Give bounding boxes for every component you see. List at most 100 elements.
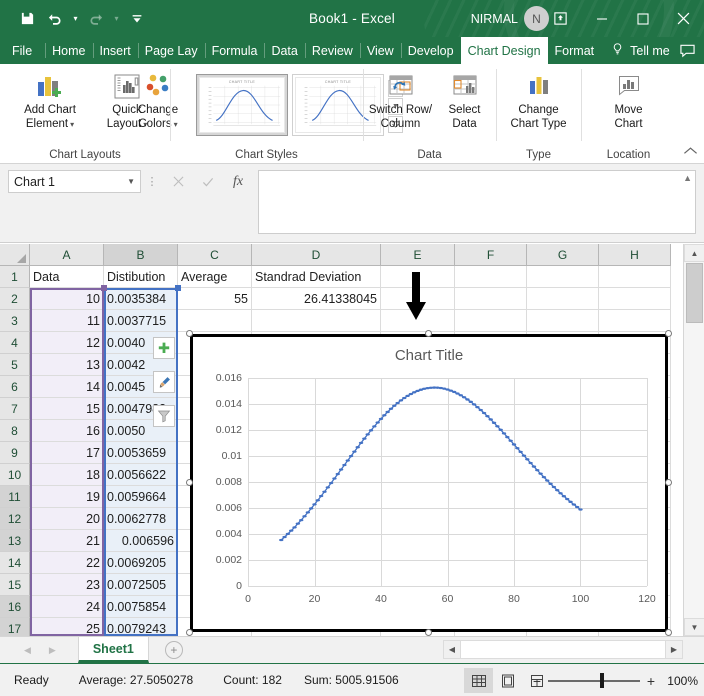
resize-handle-se[interactable] (665, 629, 672, 636)
tab-insert[interactable]: Insert (93, 37, 138, 64)
cell-D2[interactable]: 26.41338045 (252, 288, 381, 310)
cell-G3[interactable] (527, 310, 599, 332)
redo-dropdown-icon[interactable]: ▾ (111, 6, 122, 32)
change-colors-button[interactable]: Change Colors▾ (126, 68, 190, 131)
cell-C2[interactable]: 55 (178, 288, 252, 310)
add-sheet-button[interactable]: + (165, 641, 183, 659)
cell-B2[interactable]: 0.0035384 (104, 288, 178, 310)
cell-B17[interactable]: 0.0079243 (104, 618, 178, 636)
maximize-button[interactable] (622, 0, 663, 37)
row-header-16[interactable]: 16 (0, 596, 30, 618)
status-sum[interactable]: Sum: 5005.91506 (304, 673, 399, 687)
cell-A9[interactable]: 17 (30, 442, 104, 464)
column-header-F[interactable]: F (455, 244, 527, 266)
cell-A8[interactable]: 16 (30, 420, 104, 442)
zoom-in-button[interactable]: + (646, 673, 656, 689)
resize-handle-ne[interactable] (665, 330, 672, 337)
cell-A7[interactable]: 15 (30, 398, 104, 420)
resize-handle-nw[interactable] (186, 330, 193, 337)
ribbon-display-options-button[interactable] (540, 0, 581, 37)
triangle-left-icon[interactable]: ◀ (24, 645, 31, 656)
cell-B1[interactable]: Distibution (104, 266, 178, 288)
minimize-button[interactable] (581, 0, 622, 37)
cell-A2[interactable]: 10 (30, 288, 104, 310)
tab-data[interactable]: Data (264, 37, 304, 64)
zoom-slider[interactable] (548, 674, 640, 688)
cell-D3[interactable] (252, 310, 381, 332)
cell-F1[interactable] (455, 266, 527, 288)
scroll-right-button[interactable]: ▶ (665, 640, 683, 659)
chart-style-thumbnail-1[interactable]: CHART TITLE (196, 74, 288, 136)
row-header-5[interactable]: 5 (0, 354, 30, 376)
check-icon[interactable] (193, 170, 223, 193)
chart-filters-button[interactable] (153, 405, 175, 427)
resize-handle-w[interactable] (186, 479, 193, 486)
column-header-A[interactable]: A (30, 244, 104, 266)
column-header-G[interactable]: G (527, 244, 599, 266)
select-data-button[interactable]: Select Data (436, 68, 494, 131)
vertical-scroll-thumb[interactable] (686, 263, 703, 323)
normal-view-button[interactable] (464, 668, 493, 693)
cell-A6[interactable]: 14 (30, 376, 104, 398)
resize-handle-e[interactable] (665, 479, 672, 486)
scroll-left-button[interactable]: ◀ (443, 640, 461, 659)
row-header-4[interactable]: 4 (0, 332, 30, 354)
tab-format[interactable]: Format (548, 37, 602, 64)
data-series-distribution[interactable] (248, 378, 647, 586)
cell-G1[interactable] (527, 266, 599, 288)
formula-input[interactable]: ▲ (258, 170, 696, 234)
cell-H2[interactable] (599, 288, 671, 310)
comments-button[interactable] (679, 37, 696, 64)
tab-view[interactable]: View (360, 37, 401, 64)
tab-page-layout[interactable]: Page Lay (138, 37, 205, 64)
collapse-ribbon-button[interactable] (683, 146, 698, 159)
row-header-14[interactable]: 14 (0, 552, 30, 574)
cell-A3[interactable]: 11 (30, 310, 104, 332)
cell-A4[interactable]: 12 (30, 332, 104, 354)
row-header-8[interactable]: 8 (0, 420, 30, 442)
status-average[interactable]: Average: 27.5050278 (79, 673, 194, 687)
resize-handle-s[interactable] (425, 629, 432, 636)
cell-B12[interactable]: 0.0062778 (104, 508, 178, 530)
resize-handle-sw[interactable] (186, 629, 193, 636)
cell-A5[interactable]: 13 (30, 354, 104, 376)
row-header-9[interactable]: 9 (0, 442, 30, 464)
undo-dropdown-icon[interactable]: ▾ (70, 6, 81, 32)
tell-me-box[interactable]: Tell me (601, 37, 677, 64)
column-header-E[interactable]: E (381, 244, 455, 266)
status-count[interactable]: Count: 182 (223, 673, 282, 687)
page-layout-view-button[interactable] (493, 668, 522, 693)
cell-B10[interactable]: 0.0056622 (104, 464, 178, 486)
cell-A13[interactable]: 21 (30, 530, 104, 552)
zoom-out-button[interactable]: − (532, 673, 542, 689)
cell-C3[interactable] (178, 310, 252, 332)
cell-D1[interactable]: Standrad Deviation (252, 266, 381, 288)
row-header-13[interactable]: 13 (0, 530, 30, 552)
chart-elements-button[interactable] (153, 337, 175, 359)
cell-F2[interactable] (455, 288, 527, 310)
row-header-3[interactable]: 3 (0, 310, 30, 332)
row-header-15[interactable]: 15 (0, 574, 30, 596)
column-header-C[interactable]: C (178, 244, 252, 266)
name-box[interactable]: Chart 1 ▼ (8, 170, 141, 193)
column-header-D[interactable]: D (252, 244, 381, 266)
cell-H1[interactable] (599, 266, 671, 288)
horizontal-scroll-track[interactable] (461, 640, 665, 659)
tab-home[interactable]: Home (45, 37, 92, 64)
cell-C1[interactable]: Average (178, 266, 252, 288)
scroll-up-button[interactable]: ▲ (684, 244, 704, 262)
cell-H3[interactable] (599, 310, 671, 332)
zoom-slider-thumb[interactable] (600, 673, 604, 688)
cell-G2[interactable] (527, 288, 599, 310)
resize-handle-n[interactable] (425, 330, 432, 337)
cell-B16[interactable]: 0.0075854 (104, 596, 178, 618)
cancel-icon[interactable] (163, 170, 193, 193)
expand-formula-bar-button[interactable]: ▲ (683, 173, 692, 183)
cell-B3[interactable]: 0.0037715 (104, 310, 178, 332)
tab-review[interactable]: Review (305, 37, 360, 64)
undo-button[interactable] (42, 6, 68, 32)
cell-A11[interactable]: 19 (30, 486, 104, 508)
cell-A12[interactable]: 20 (30, 508, 104, 530)
account-info[interactable]: NIRMAL N (471, 0, 549, 37)
customize-quick-access-toolbar-button[interactable] (124, 6, 150, 32)
